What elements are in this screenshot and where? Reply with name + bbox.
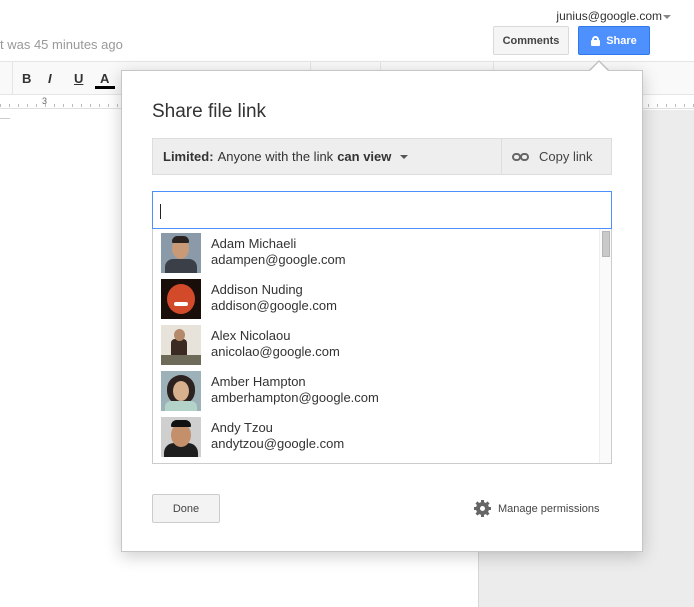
text-cursor	[160, 204, 161, 219]
contact-name: Alex Nicolaou	[211, 328, 291, 343]
contact-item[interactable]: Amber Hampton amberhampton@google.com	[153, 367, 601, 413]
contact-list-scrollbar[interactable]	[599, 229, 611, 463]
avatar	[161, 371, 201, 411]
contact-email: amberhampton@google.com	[211, 390, 379, 405]
share-button-label: Share	[606, 34, 637, 47]
text-color-button[interactable]: A	[100, 71, 109, 86]
contact-name: Adam Michaeli	[211, 236, 297, 251]
contact-name: Amber Hampton	[211, 374, 306, 389]
contact-suggestion-list: Adam Michaeli adampen@google.com Addison…	[152, 229, 612, 464]
link-visibility-dropdown[interactable]: Limited: Anyone with the link can view	[153, 139, 501, 174]
done-button[interactable]: Done	[152, 494, 220, 523]
contact-name: Addison Nuding	[211, 282, 303, 297]
share-people-text-field[interactable]	[153, 192, 611, 228]
last-edit-status[interactable]: t was 45 minutes ago	[0, 37, 123, 52]
text-color-swatch	[95, 86, 115, 89]
document-page-edge	[0, 118, 10, 119]
comments-button-label: Comments	[502, 34, 560, 47]
ruler-number: 3	[42, 96, 48, 106]
contact-item[interactable]: Addison Nuding addison@google.com	[153, 275, 601, 321]
manage-permissions-link[interactable]: Manage permissions	[474, 500, 600, 517]
share-button[interactable]: Share	[578, 26, 650, 55]
comments-button[interactable]: Comments	[493, 26, 569, 55]
contact-name: Andy Tzou	[211, 420, 273, 435]
contact-item[interactable]: Alex Nicolaou anicolao@google.com	[153, 321, 601, 367]
italic-button[interactable]: I	[48, 71, 52, 86]
contact-email: addison@google.com	[211, 298, 337, 313]
contact-email: andytzou@google.com	[211, 436, 345, 451]
contact-item[interactable]: Adam Michaeli adampen@google.com	[153, 229, 601, 275]
chevron-down-icon	[400, 154, 409, 159]
link-visibility-text: Anyone with the link	[217, 149, 334, 164]
scrollbar-thumb[interactable]	[602, 231, 610, 257]
avatar	[161, 233, 201, 273]
link-visibility-prefix: Limited:	[163, 149, 214, 164]
done-button-label: Done	[172, 502, 200, 515]
contact-item[interactable]: Andy Tzou andytzou@google.com	[153, 413, 601, 459]
bold-button[interactable]: B	[22, 71, 31, 86]
gear-icon	[474, 500, 491, 517]
toolbar-divider	[12, 62, 13, 96]
avatar	[161, 325, 201, 365]
manage-permissions-label: Manage permissions	[498, 502, 600, 515]
copy-link-button[interactable]: Copy link	[501, 139, 611, 174]
contact-email: adampen@google.com	[211, 252, 346, 267]
chevron-down-icon[interactable]	[663, 15, 671, 19]
docs-app: junius@google.com t was 45 minutes ago C…	[0, 0, 694, 607]
chain-icon	[512, 152, 530, 162]
share-dialog: Share file link Limited: Anyone with the…	[121, 70, 643, 552]
lock-icon	[591, 35, 601, 46]
copy-link-label: Copy link	[539, 149, 593, 164]
avatar	[161, 279, 201, 319]
avatar	[161, 417, 201, 457]
link-sharing-bar: Limited: Anyone with the link can view C…	[152, 138, 612, 175]
underline-button[interactable]: U	[74, 71, 83, 86]
share-people-input[interactable]	[152, 191, 612, 229]
contact-email: anicolao@google.com	[211, 344, 340, 359]
dialog-title: Share file link	[152, 101, 267, 122]
account-email[interactable]: junius@google.com	[556, 9, 662, 23]
link-permission-level: can view	[337, 149, 392, 164]
dialog-pointer-fill	[589, 62, 609, 72]
